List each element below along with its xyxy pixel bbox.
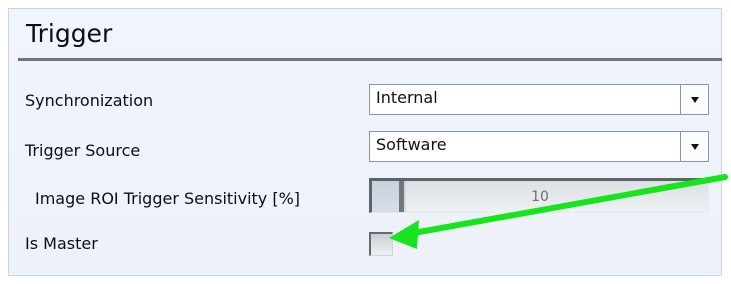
page-title: Trigger (26, 19, 113, 48)
synchronization-dropdown-button[interactable] (680, 85, 708, 114)
trigger-source-value: Software (376, 135, 447, 154)
roi-sensitivity-slider[interactable]: 10 (369, 178, 709, 213)
panel-header: Trigger (18, 17, 722, 61)
synchronization-value: Internal (376, 88, 438, 107)
roi-sensitivity-label: Image ROI Trigger Sensitivity [%] (35, 189, 301, 208)
chevron-down-icon (691, 144, 699, 150)
trigger-source-label: Trigger Source (25, 141, 141, 160)
is-master-checkbox[interactable] (369, 232, 393, 256)
synchronization-select[interactable]: Internal (369, 84, 709, 115)
roi-sensitivity-value: 10 (531, 189, 549, 205)
chevron-down-icon (691, 97, 699, 103)
is-master-label: Is Master (25, 234, 98, 253)
trigger-source-select[interactable]: Software (369, 131, 709, 162)
trigger-source-dropdown-button[interactable] (680, 132, 708, 161)
synchronization-label: Synchronization (25, 91, 154, 110)
